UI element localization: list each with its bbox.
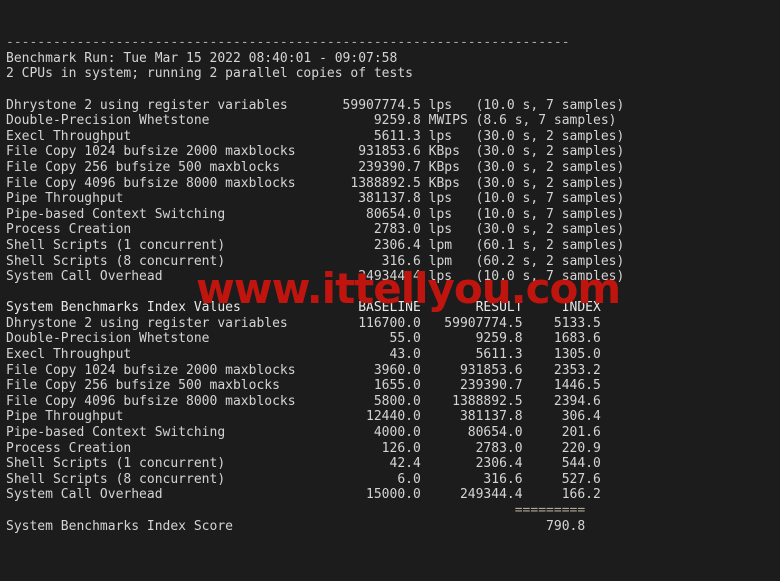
index-row: File Copy 256 bufsize 500 maxblocks 1655… <box>6 378 601 394</box>
result-row: Dhrystone 2 using register variables 599… <box>6 97 625 113</box>
score-line: System Benchmarks Index Score 790.8 <box>6 518 586 534</box>
result-row: File Copy 1024 bufsize 2000 maxblocks 93… <box>6 144 625 160</box>
index-row: File Copy 4096 bufsize 8000 maxblocks 58… <box>6 393 601 409</box>
score-rule: ========= <box>6 503 586 518</box>
index-row: Pipe Throughput 12440.0 381137.8 306.4 <box>6 409 601 425</box>
index-row: Double-Precision Whetstone 55.0 9259.8 1… <box>6 331 601 347</box>
result-row: File Copy 4096 bufsize 8000 maxblocks 13… <box>6 175 625 191</box>
top-rule: ----------------------------------------… <box>6 35 570 51</box>
result-row: Pipe-based Context Switching 80654.0 lps… <box>6 206 625 222</box>
result-row: Process Creation 2783.0 lps (30.0 s, 2 s… <box>6 222 625 238</box>
index-row: File Copy 1024 bufsize 2000 maxblocks 39… <box>6 362 601 378</box>
result-row: Execl Throughput 5611.3 lps (30.0 s, 2 s… <box>6 128 625 144</box>
index-row: Process Creation 126.0 2783.0 220.9 <box>6 440 601 456</box>
index-table-header: System Benchmarks Index Values BASELINE … <box>6 300 601 316</box>
result-row: Shell Scripts (8 concurrent) 316.6 lpm (… <box>6 253 625 269</box>
cpu-count-line: 2 CPUs in system; running 2 parallel cop… <box>6 66 413 82</box>
index-row: Shell Scripts (1 concurrent) 42.4 2306.4… <box>6 456 601 472</box>
result-row: File Copy 256 bufsize 500 maxblocks 2393… <box>6 159 625 175</box>
index-row: System Call Overhead 15000.0 249344.4 16… <box>6 487 601 503</box>
result-row: System Call Overhead 249344.4 lps (10.0 … <box>6 269 625 285</box>
benchmark-run-line: Benchmark Run: Tue Mar 15 2022 08:40:01 … <box>6 50 398 66</box>
index-row: Dhrystone 2 using register variables 116… <box>6 315 601 331</box>
index-row: Execl Throughput 43.0 5611.3 1305.0 <box>6 347 601 363</box>
terminal-text-body: ----------------------------------------… <box>6 35 780 581</box>
result-row: Shell Scripts (1 concurrent) 2306.4 lpm … <box>6 237 625 253</box>
result-row: Double-Precision Whetstone 9259.8 MWIPS … <box>6 113 617 129</box>
terminal-output-pane[interactable]: ----------------------------------------… <box>0 0 780 581</box>
index-row: Shell Scripts (8 concurrent) 6.0 316.6 5… <box>6 471 601 487</box>
index-row: Pipe-based Context Switching 4000.0 8065… <box>6 425 601 441</box>
result-row: Pipe Throughput 381137.8 lps (10.0 s, 7 … <box>6 191 625 207</box>
